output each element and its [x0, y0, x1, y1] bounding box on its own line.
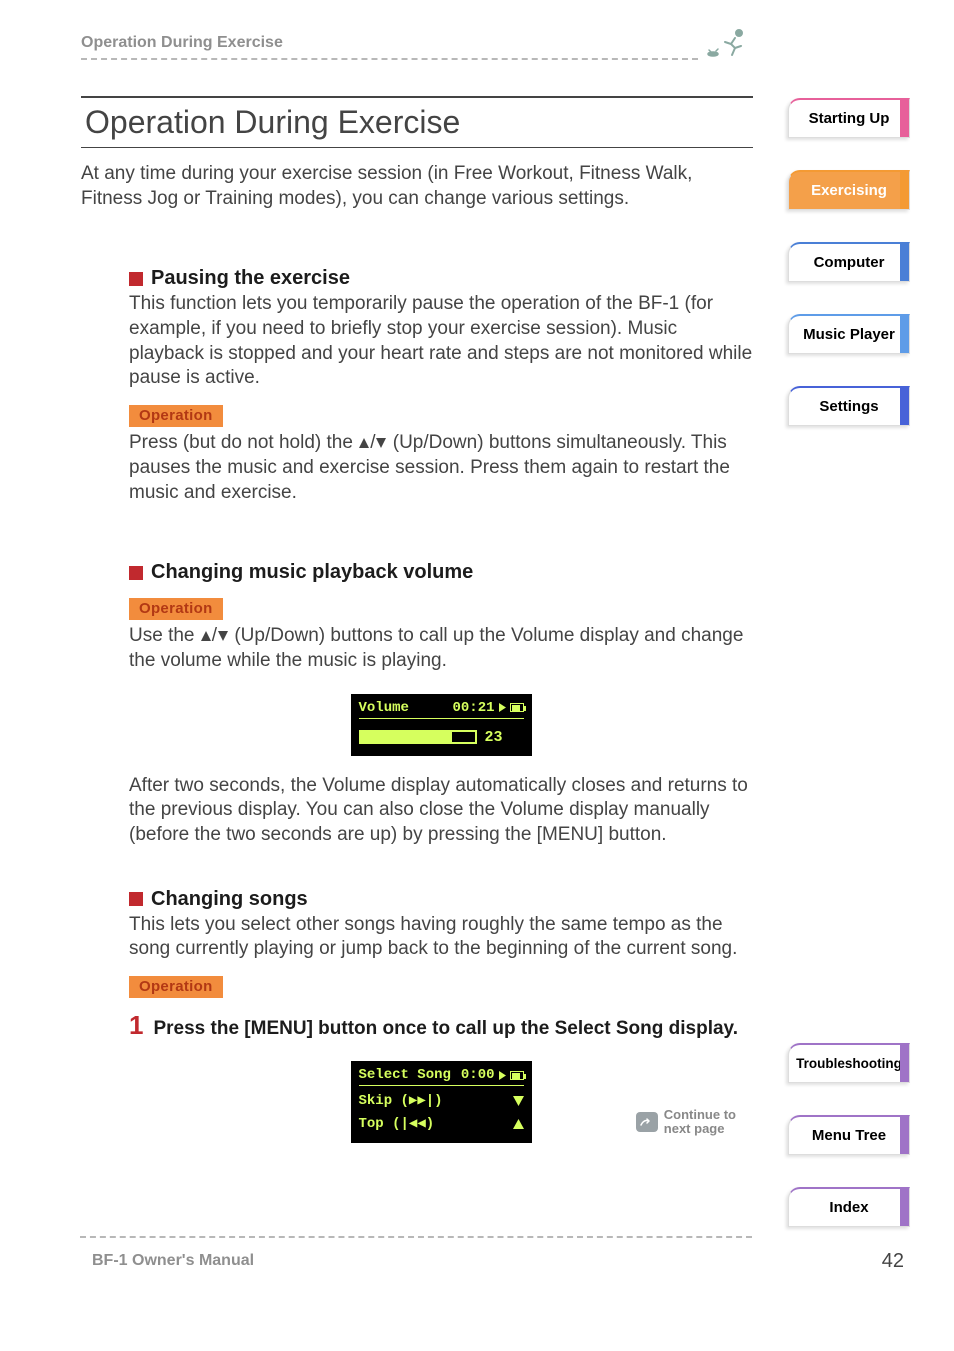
play-icon: [499, 1071, 506, 1080]
volume-value: 23: [485, 729, 503, 746]
tab-music-player[interactable]: Music Player: [788, 314, 910, 354]
continue-icon: [636, 1112, 658, 1132]
tab-troubleshooting[interactable]: Troubleshooting: [788, 1043, 910, 1083]
footer-page-number: 42: [882, 1250, 904, 1273]
step-number: 1: [129, 1010, 143, 1041]
side-tabs-top: Starting Up Exercising Computer Music Pl…: [788, 98, 910, 426]
breadcrumb: Operation During Exercise: [81, 34, 954, 52]
lcd-skip-row: Skip (▶▶|): [359, 1092, 443, 1109]
operation-label: Operation: [129, 405, 223, 427]
divider-top: [81, 58, 698, 60]
tab-starting-up[interactable]: Starting Up: [788, 98, 910, 138]
battery-icon: [510, 703, 524, 712]
operation-label: Operation: [129, 598, 223, 620]
intro-text: At any time during your exercise session…: [81, 162, 753, 211]
section-body-pausing: This function lets you temporarily pause…: [129, 292, 753, 391]
volume-bar: [359, 730, 477, 744]
side-tabs-bottom: Troubleshooting Menu Tree Index: [788, 1043, 910, 1227]
step-text: Press the [MENU] button once to call up …: [153, 1018, 738, 1040]
lcd-select-song-display: Select Song 0:00 Skip (▶▶|) Top (|◀◀): [351, 1061, 532, 1143]
bullet-icon: [129, 272, 143, 286]
tab-menu-tree[interactable]: Menu Tree: [788, 1115, 910, 1155]
bullet-icon: [129, 566, 143, 580]
section-title-volume: Changing music playback volume: [151, 561, 473, 584]
up-triangle-icon: [513, 1119, 524, 1129]
operation-label: Operation: [129, 976, 223, 998]
runner-icon: [705, 28, 749, 63]
lcd-time: 0:00: [461, 1067, 495, 1083]
page-title: Operation During Exercise: [81, 96, 753, 148]
operation-text-volume: Use the / (Up/Down) buttons to call up t…: [129, 624, 753, 673]
continue-next-page[interactable]: Continue to next page: [636, 1108, 736, 1137]
tab-computer[interactable]: Computer: [788, 242, 910, 282]
tab-index[interactable]: Index: [788, 1187, 910, 1227]
lcd-header: Select Song: [359, 1067, 451, 1083]
operation-text-pausing: Press (but do not hold) the / (Up/Down) …: [129, 431, 753, 505]
lcd-label: Volume: [359, 700, 409, 716]
footer-manual-name: BF-1 Owner's Manual: [92, 1252, 254, 1270]
battery-icon: [510, 1071, 524, 1080]
lcd-top-row: Top (|◀◀): [359, 1115, 435, 1132]
section-title-songs: Changing songs: [151, 888, 308, 911]
tab-exercising[interactable]: Exercising: [788, 170, 910, 210]
lcd-time: 00:21: [452, 700, 494, 716]
tab-settings[interactable]: Settings: [788, 386, 910, 426]
section-after-volume: After two seconds, the Volume display au…: [129, 774, 753, 848]
section-title-pausing: Pausing the exercise: [151, 267, 350, 290]
bullet-icon: [129, 892, 143, 906]
lcd-volume-display: Volume 00:21 23: [351, 694, 532, 756]
continue-text: Continue to next page: [664, 1108, 736, 1137]
play-icon: [499, 703, 506, 712]
divider-bottom: [80, 1236, 752, 1238]
down-triangle-icon: [513, 1096, 524, 1106]
section-body-songs: This lets you select other songs having …: [129, 913, 753, 962]
